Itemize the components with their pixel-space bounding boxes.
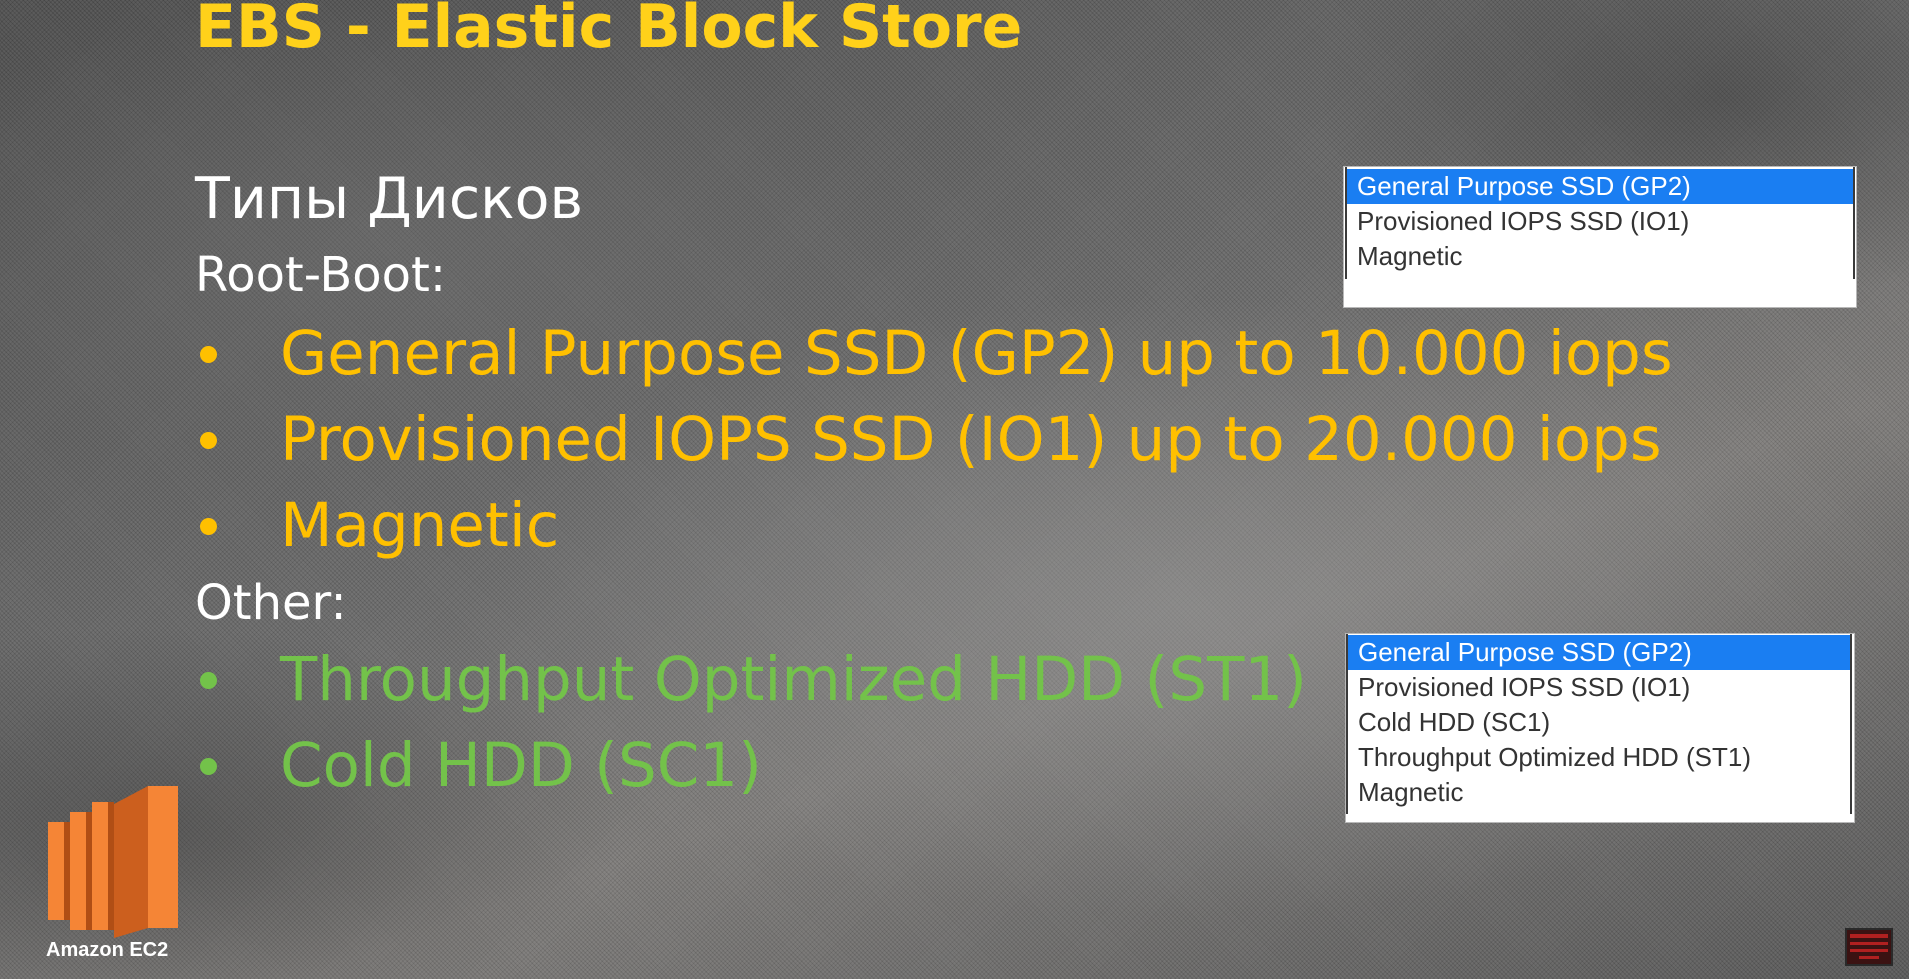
other-label: Other:: [195, 575, 347, 631]
dropdown-option[interactable]: General Purpose SSD (GP2): [1348, 635, 1850, 670]
root-list-item: Provisioned IOPS SSD (IO1) up to 20.000 …: [195, 404, 1662, 475]
bullet-icon: [195, 660, 235, 700]
aws-ec2-icon: [48, 786, 178, 938]
bullet-icon: [195, 334, 235, 374]
other-item-text: Throughput Optimized HDD (ST1): [280, 644, 1307, 715]
other-list-item: Throughput Optimized HDD (ST1): [195, 644, 1307, 715]
dropdown-edge: [1850, 634, 1852, 814]
root-item-text: Provisioned IOPS SSD (IO1) up to 20.000 …: [280, 404, 1662, 475]
other-list-item: Cold HDD (SC1): [195, 730, 762, 801]
dropdown-option[interactable]: Throughput Optimized HDD (ST1): [1348, 740, 1850, 775]
dropdown-option[interactable]: Magnetic: [1347, 239, 1853, 274]
channel-watermark-logo: [1845, 928, 1893, 966]
dropdown-option[interactable]: Cold HDD (SC1): [1348, 705, 1850, 740]
root-list-item: Magnetic: [195, 490, 559, 561]
bullet-icon: [195, 420, 235, 460]
root-item-text: Magnetic: [280, 490, 560, 561]
bullet-icon: [195, 506, 235, 546]
root-boot-label: Root-Boot:: [195, 247, 447, 303]
volume-type-dropdown-root[interactable]: General Purpose SSD (GP2) Provisioned IO…: [1343, 166, 1857, 308]
slide: EBS - Elastic Block Store Типы Дисков Ro…: [0, 0, 1909, 979]
slide-title: EBS - Elastic Block Store: [195, 0, 1023, 62]
dropdown-option[interactable]: Magnetic: [1348, 775, 1850, 810]
dropdown-edge: [1853, 167, 1855, 279]
dropdown-option[interactable]: Provisioned IOPS SSD (IO1): [1348, 670, 1850, 705]
dropdown-option[interactable]: Provisioned IOPS SSD (IO1): [1347, 204, 1853, 239]
dropdown-edge: [1346, 634, 1348, 814]
volume-type-dropdown-other[interactable]: General Purpose SSD (GP2) Provisioned IO…: [1345, 633, 1855, 823]
logo-label: Amazon EC2: [46, 939, 169, 961]
bullet-icon: [195, 746, 235, 786]
root-list-item: General Purpose SSD (GP2) up to 10.000 i…: [195, 318, 1673, 389]
other-item-text: Cold HDD (SC1): [280, 730, 762, 801]
root-item-text: General Purpose SSD (GP2) up to 10.000 i…: [280, 318, 1673, 389]
dropdown-edge: [1345, 167, 1347, 279]
slide-subtitle: Типы Дисков: [195, 166, 584, 232]
dropdown-option[interactable]: General Purpose SSD (GP2): [1347, 169, 1853, 204]
